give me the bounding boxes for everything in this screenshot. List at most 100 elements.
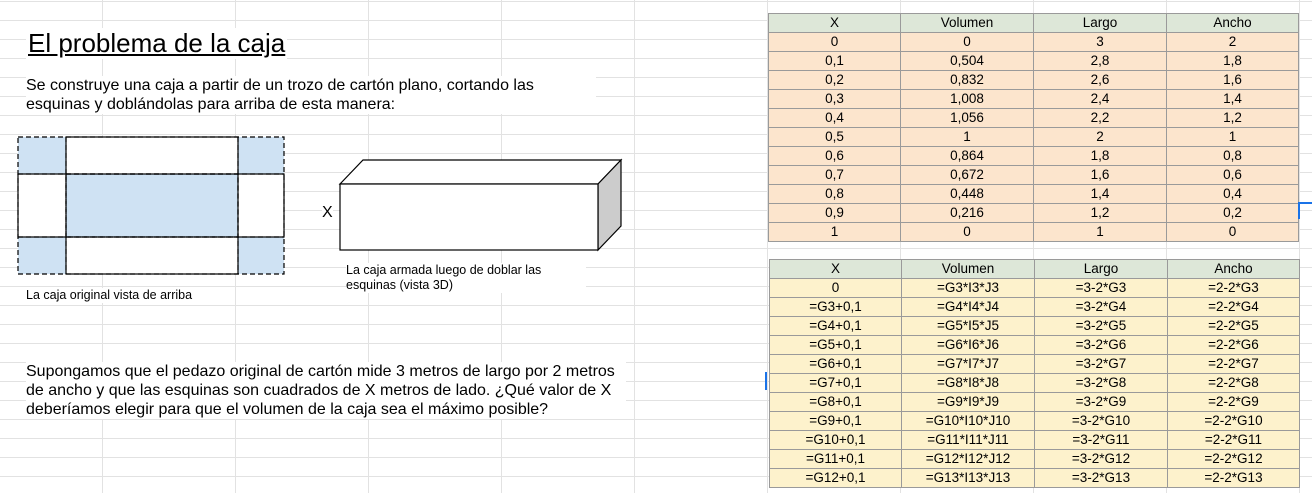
values-cell-volumen[interactable]: 0,864 <box>900 146 1034 166</box>
formula-cell-volumen[interactable]: =G4*I4*J4 <box>901 297 1035 317</box>
formulas-table[interactable]: X Volumen Largo Ancho 0 =G3*I3*J3 =3-2*G3 =… <box>769 259 1300 488</box>
values-cell-largo[interactable]: 2,6 <box>1033 70 1167 90</box>
values-cell-x[interactable]: 0,3 <box>768 89 901 109</box>
header-ancho[interactable]: Ancho <box>1166 13 1299 33</box>
values-cell-ancho[interactable]: 0,6 <box>1166 165 1299 185</box>
formula-cell-volumen[interactable]: =G3*I3*J3 <box>901 278 1035 298</box>
formula-cell-volumen[interactable]: =G6*I6*J6 <box>901 335 1035 355</box>
formula-cell-ancho[interactable]: =2-2*G6 <box>1167 335 1300 355</box>
values-cell-ancho[interactable]: 1 <box>1166 127 1299 147</box>
values-cell-ancho[interactable]: 0,8 <box>1166 146 1299 166</box>
values-cell-ancho[interactable]: 1,4 <box>1166 89 1299 109</box>
header-ancho[interactable]: Ancho <box>1167 259 1300 279</box>
formula-cell-ancho[interactable]: =2-2*G10 <box>1167 411 1300 431</box>
formula-cell-volumen[interactable]: =G7*I7*J7 <box>901 354 1035 374</box>
header-x[interactable]: X <box>768 13 901 33</box>
values-cell-volumen[interactable]: 1 <box>900 127 1034 147</box>
formula-cell-largo[interactable]: =3-2*G8 <box>1034 373 1168 393</box>
values-cell-largo[interactable]: 2,4 <box>1033 89 1167 109</box>
formula-cell-x[interactable]: =G9+0,1 <box>769 411 902 431</box>
formula-cell-ancho[interactable]: =2-2*G9 <box>1167 392 1300 412</box>
formula-cell-ancho[interactable]: =2-2*G8 <box>1167 373 1300 393</box>
formula-cell-largo[interactable]: =3-2*G13 <box>1034 468 1168 488</box>
selection-handle-right[interactable] <box>1298 202 1312 204</box>
header-largo[interactable]: Largo <box>1033 13 1167 33</box>
header-largo[interactable]: Largo <box>1034 259 1168 279</box>
values-cell-ancho[interactable]: 0,2 <box>1166 203 1299 223</box>
values-cell-volumen[interactable]: 1,056 <box>900 108 1034 128</box>
values-cell-largo[interactable]: 1,2 <box>1033 203 1167 223</box>
values-cell-ancho[interactable]: 2 <box>1166 32 1299 52</box>
values-cell-ancho[interactable]: 1,2 <box>1166 108 1299 128</box>
formula-cell-largo[interactable]: =3-2*G7 <box>1034 354 1168 374</box>
formula-cell-largo[interactable]: =3-2*G4 <box>1034 297 1168 317</box>
formula-cell-ancho[interactable]: =2-2*G7 <box>1167 354 1300 374</box>
values-cell-x[interactable]: 0,2 <box>768 70 901 90</box>
formula-cell-volumen[interactable]: =G12*I12*J12 <box>901 449 1035 469</box>
formula-cell-volumen[interactable]: =G8*I8*J8 <box>901 373 1035 393</box>
formula-cell-largo[interactable]: =3-2*G10 <box>1034 411 1168 431</box>
header-x[interactable]: X <box>769 259 902 279</box>
values-cell-largo[interactable]: 1,4 <box>1033 184 1167 204</box>
values-cell-x[interactable]: 0,8 <box>768 184 901 204</box>
values-cell-largo[interactable]: 3 <box>1033 32 1167 52</box>
formula-cell-volumen[interactable]: =G5*I5*J5 <box>901 316 1035 336</box>
formula-cell-x[interactable]: =G8+0,1 <box>769 392 902 412</box>
values-cell-x[interactable]: 0,7 <box>768 165 901 185</box>
formula-cell-ancho[interactable]: =2-2*G5 <box>1167 316 1300 336</box>
values-cell-volumen[interactable]: 0,448 <box>900 184 1034 204</box>
formula-cell-largo[interactable]: =3-2*G3 <box>1034 278 1168 298</box>
values-cell-largo[interactable]: 2,8 <box>1033 51 1167 71</box>
formula-cell-x[interactable]: 0 <box>769 278 902 298</box>
values-cell-volumen[interactable]: 0,504 <box>900 51 1034 71</box>
values-cell-volumen[interactable]: 0,832 <box>900 70 1034 90</box>
formula-cell-x[interactable]: =G11+0,1 <box>769 449 902 469</box>
formula-cell-volumen[interactable]: =G9*I9*J9 <box>901 392 1035 412</box>
formula-cell-volumen[interactable]: =G13*I13*J13 <box>901 468 1035 488</box>
header-volumen[interactable]: Volumen <box>901 259 1035 279</box>
values-cell-volumen[interactable]: 0 <box>900 222 1034 242</box>
values-cell-ancho[interactable]: 1,8 <box>1166 51 1299 71</box>
formula-cell-largo[interactable]: =3-2*G5 <box>1034 316 1168 336</box>
formula-cell-volumen[interactable]: =G11*I11*J11 <box>901 430 1035 450</box>
values-cell-x[interactable]: 1 <box>768 222 901 242</box>
table-row: =G10+0,1 =G11*I11*J11 =3-2*G11 =2-2*G11 <box>769 430 1300 450</box>
formula-cell-x[interactable]: =G3+0,1 <box>769 297 902 317</box>
formula-cell-x[interactable]: =G7+0,1 <box>769 373 902 393</box>
values-cell-largo[interactable]: 2,2 <box>1033 108 1167 128</box>
values-table[interactable]: X Volumen Largo Ancho 0 0 3 2 0,1 0,504 2,8 1,8… <box>768 13 1299 242</box>
formula-cell-x[interactable]: =G10+0,1 <box>769 430 902 450</box>
formula-cell-largo[interactable]: =3-2*G6 <box>1034 335 1168 355</box>
values-cell-x[interactable]: 0,6 <box>768 146 901 166</box>
formula-cell-ancho[interactable]: =2-2*G13 <box>1167 468 1300 488</box>
values-cell-volumen[interactable]: 0,672 <box>900 165 1034 185</box>
values-cell-x[interactable]: 0,1 <box>768 51 901 71</box>
values-cell-largo[interactable]: 1,6 <box>1033 165 1167 185</box>
values-cell-ancho[interactable]: 0 <box>1166 222 1299 242</box>
values-cell-x[interactable]: 0,4 <box>768 108 901 128</box>
formula-cell-largo[interactable]: =3-2*G12 <box>1034 449 1168 469</box>
values-cell-x[interactable]: 0 <box>768 32 901 52</box>
formula-cell-largo[interactable]: =3-2*G9 <box>1034 392 1168 412</box>
formula-cell-x[interactable]: =G5+0,1 <box>769 335 902 355</box>
values-cell-volumen[interactable]: 0,216 <box>900 203 1034 223</box>
header-volumen[interactable]: Volumen <box>900 13 1034 33</box>
values-cell-x[interactable]: 0,5 <box>768 127 901 147</box>
formula-cell-x[interactable]: =G12+0,1 <box>769 468 902 488</box>
formula-cell-ancho[interactable]: =2-2*G11 <box>1167 430 1300 450</box>
formula-cell-ancho[interactable]: =2-2*G4 <box>1167 297 1300 317</box>
values-cell-volumen[interactable]: 0 <box>900 32 1034 52</box>
values-cell-ancho[interactable]: 0,4 <box>1166 184 1299 204</box>
values-cell-volumen[interactable]: 1,008 <box>900 89 1034 109</box>
values-cell-x[interactable]: 0,9 <box>768 203 901 223</box>
formula-cell-x[interactable]: =G6+0,1 <box>769 354 902 374</box>
formula-cell-volumen[interactable]: =G10*I10*J10 <box>901 411 1035 431</box>
values-cell-largo[interactable]: 2 <box>1033 127 1167 147</box>
formula-cell-ancho[interactable]: =2-2*G12 <box>1167 449 1300 469</box>
values-cell-ancho[interactable]: 1,6 <box>1166 70 1299 90</box>
formula-cell-ancho[interactable]: =2-2*G3 <box>1167 278 1300 298</box>
formula-cell-largo[interactable]: =3-2*G11 <box>1034 430 1168 450</box>
values-cell-largo[interactable]: 1,8 <box>1033 146 1167 166</box>
values-cell-largo[interactable]: 1 <box>1033 222 1167 242</box>
formula-cell-x[interactable]: =G4+0,1 <box>769 316 902 336</box>
